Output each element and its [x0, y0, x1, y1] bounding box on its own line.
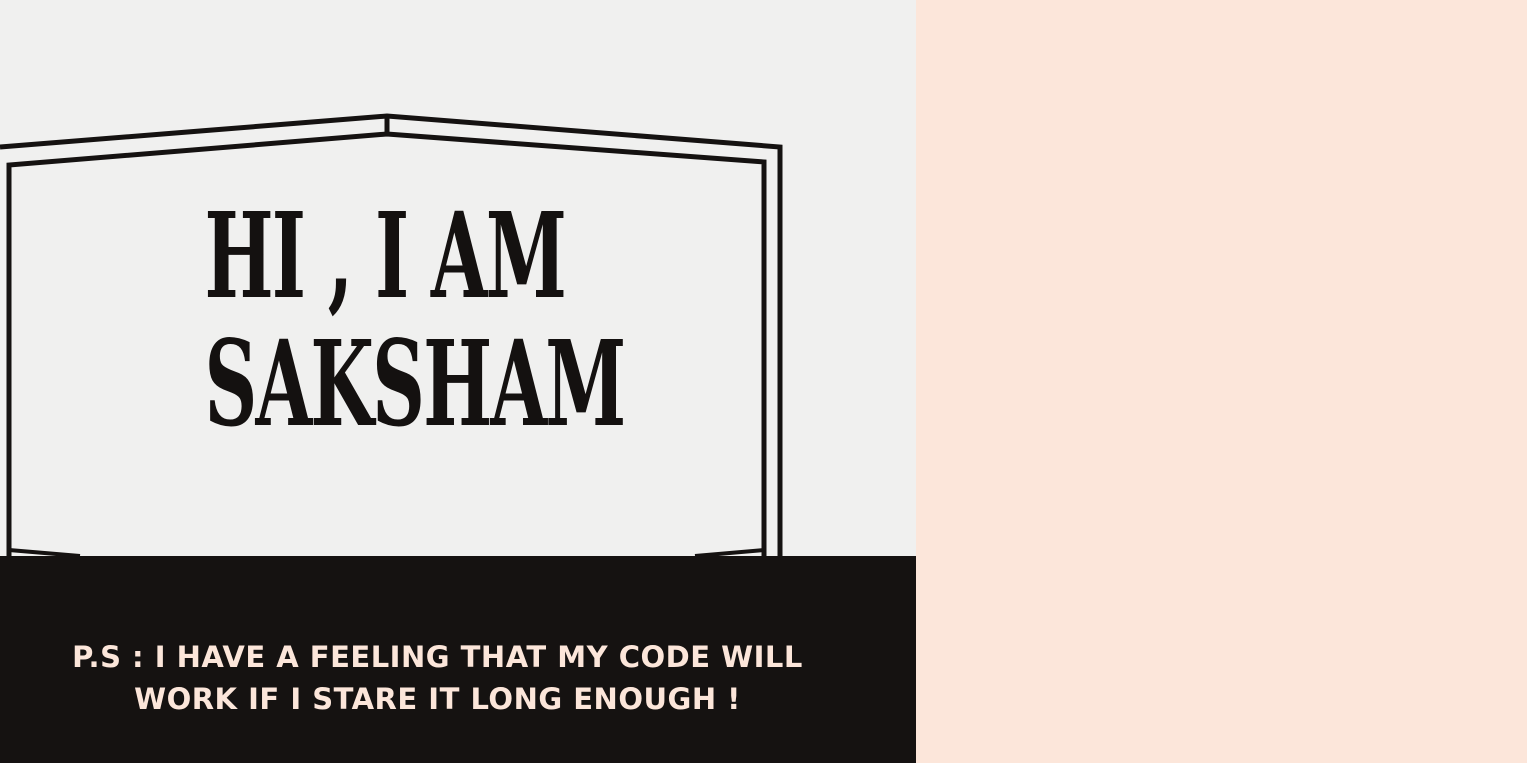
slide: HI , I AM SAKSHAM P.S : I HAVE A FEELING…	[0, 0, 1527, 763]
title-line-1: HI , I AM	[204, 186, 567, 325]
page-title: HI , I AM SAKSHAM	[204, 186, 627, 453]
title-line-2: SAKSHAM	[204, 314, 627, 453]
subtitle-text: P.S : I HAVE A FEELING THAT MY CODE WILL…	[72, 640, 803, 716]
right-panel	[916, 0, 1527, 763]
